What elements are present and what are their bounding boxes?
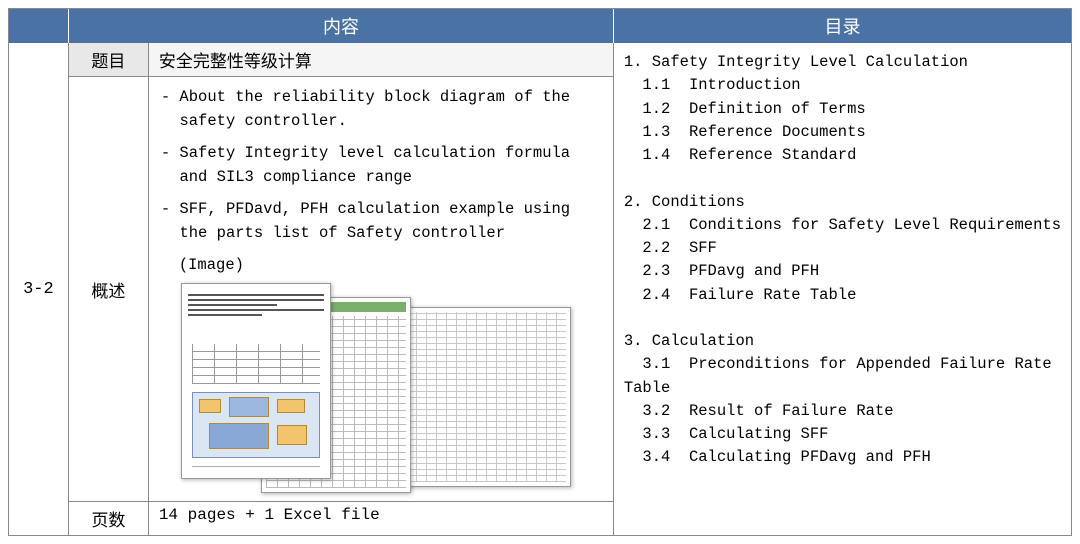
thumbnail-stack bbox=[181, 283, 601, 493]
title-value: 安全完整性等级计算 bbox=[149, 43, 613, 76]
toc-column: 1. Safety Integrity Level Calculation 1.… bbox=[614, 43, 1071, 535]
body-row: 3-2 题目 安全完整性等级计算 概述 - About the reliabil… bbox=[9, 43, 1071, 535]
header-row: 内容 目录 bbox=[9, 9, 1071, 43]
row-id: 3-2 bbox=[9, 43, 69, 535]
thumbnail-document bbox=[181, 283, 331, 479]
overview-value: - About the reliability block diagram of… bbox=[149, 77, 613, 501]
overview-bullet-3: - SFF, PFDavd, PFH calculation example u… bbox=[161, 197, 601, 245]
overview-label: 概述 bbox=[69, 77, 149, 501]
doc-table: 内容 目录 3-2 题目 安全完整性等级计算 概述 - About the re… bbox=[8, 8, 1072, 536]
header-toc: 目录 bbox=[614, 9, 1071, 43]
title-row: 题目 安全完整性等级计算 bbox=[69, 43, 613, 77]
header-content: 内容 bbox=[69, 9, 614, 43]
overview-bullet-1: - About the reliability block diagram of… bbox=[161, 85, 601, 133]
header-blank bbox=[9, 9, 69, 43]
thumbnail-spreadsheet-2 bbox=[391, 307, 571, 487]
overview-row: 概述 - About the reliability block diagram… bbox=[69, 77, 613, 502]
content-column: 题目 安全完整性等级计算 概述 - About the reliability … bbox=[69, 43, 614, 535]
overview-image-label: (Image) bbox=[179, 253, 601, 277]
overview-bullet-2: - Safety Integrity level calculation for… bbox=[161, 141, 601, 189]
title-label: 题目 bbox=[69, 43, 149, 76]
